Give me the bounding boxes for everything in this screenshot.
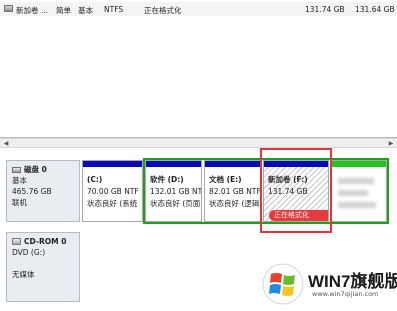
disk-icon <box>12 167 21 173</box>
disk0-size: 465.76 GB <box>12 187 52 196</box>
volume-name: 新加卷 ... <box>16 6 49 15</box>
partition-e[interactable]: 文档 (E:) 82.01 GB NTF 状态良好 (逻辑 <box>204 160 261 222</box>
cdrom0-drive: DVD (G:) <box>12 248 46 257</box>
volume-status: 正在格式化 <box>144 6 182 15</box>
cdrom0-label[interactable]: CD-ROM 0 DVD (G:) 无媒体 <box>6 232 80 302</box>
watermark-url: www.win7qijian.com <box>312 290 379 298</box>
cdrom0-media: 无媒体 <box>12 270 35 279</box>
partition-c-name: (C:) <box>87 175 103 184</box>
volume-free-space: 131.64 GB <box>355 5 395 14</box>
volume-layout: 简单 <box>56 6 71 15</box>
partition-d[interactable]: 软件 (D:) 132.01 GB NT 状态良好 (页面 <box>145 160 202 222</box>
disk0-type: 基本 <box>12 176 27 185</box>
disk0-label[interactable]: 磁盘 0 基本 465.76 GB 联机 <box>6 160 80 222</box>
blurred-text <box>338 178 374 184</box>
blurred-text <box>338 202 376 208</box>
volume-list[interactable]: 新加卷 ... 简单 基本 NTFS 正在格式化 131.74 GB 131.6… <box>0 0 397 138</box>
partition-band <box>332 161 386 167</box>
disk0-name: 磁盘 0 <box>24 165 47 174</box>
partition-band <box>83 161 142 167</box>
volume-capacity: 131.74 GB <box>305 5 345 14</box>
watermark-title: WIN7旗舰版 <box>308 272 397 291</box>
drive-icon <box>4 5 13 12</box>
cdrom-icon <box>12 238 21 245</box>
volume-row-f[interactable]: 新加卷 ... 简单 基本 NTFS 正在格式化 131.74 GB 131.6… <box>0 2 397 16</box>
volume-type: 基本 <box>78 6 93 15</box>
scroll-right-arrow[interactable]: ▶ <box>387 140 395 148</box>
partition-band <box>205 161 260 167</box>
partition-e-size: 82.01 GB NTF <box>209 187 261 196</box>
watermark: WIN7旗舰版 www.win7qijian.com <box>252 257 397 311</box>
blurred-text <box>338 190 368 196</box>
disk0-status: 联机 <box>12 198 27 207</box>
cdrom0-name: CD-ROM 0 <box>24 237 67 246</box>
partition-e-name: 文档 (E:) <box>209 175 242 184</box>
partition-c-status: 状态良好 (系统 <box>87 199 138 208</box>
partition-d-status: 状态良好 (页面 <box>150 199 201 208</box>
partition-band <box>146 161 201 167</box>
partition-d-name: 软件 (D:) <box>150 175 184 184</box>
highlight-box <box>260 148 332 233</box>
horizontal-scrollbar[interactable]: ◀ ▶ <box>0 138 397 148</box>
partition-d-size: 132.01 GB NT <box>150 187 202 196</box>
partition-e-status: 状态良好 (逻辑 <box>209 199 260 208</box>
windows-logo-icon <box>262 263 304 305</box>
scroll-left-arrow[interactable]: ◀ <box>2 140 10 148</box>
partition-free-space[interactable] <box>331 160 387 222</box>
partition-c[interactable]: (C:) 70.00 GB NTF 状态良好 (系统 <box>82 160 143 222</box>
partition-c-size: 70.00 GB NTF <box>87 187 139 196</box>
volume-filesystem: NTFS <box>104 5 124 14</box>
